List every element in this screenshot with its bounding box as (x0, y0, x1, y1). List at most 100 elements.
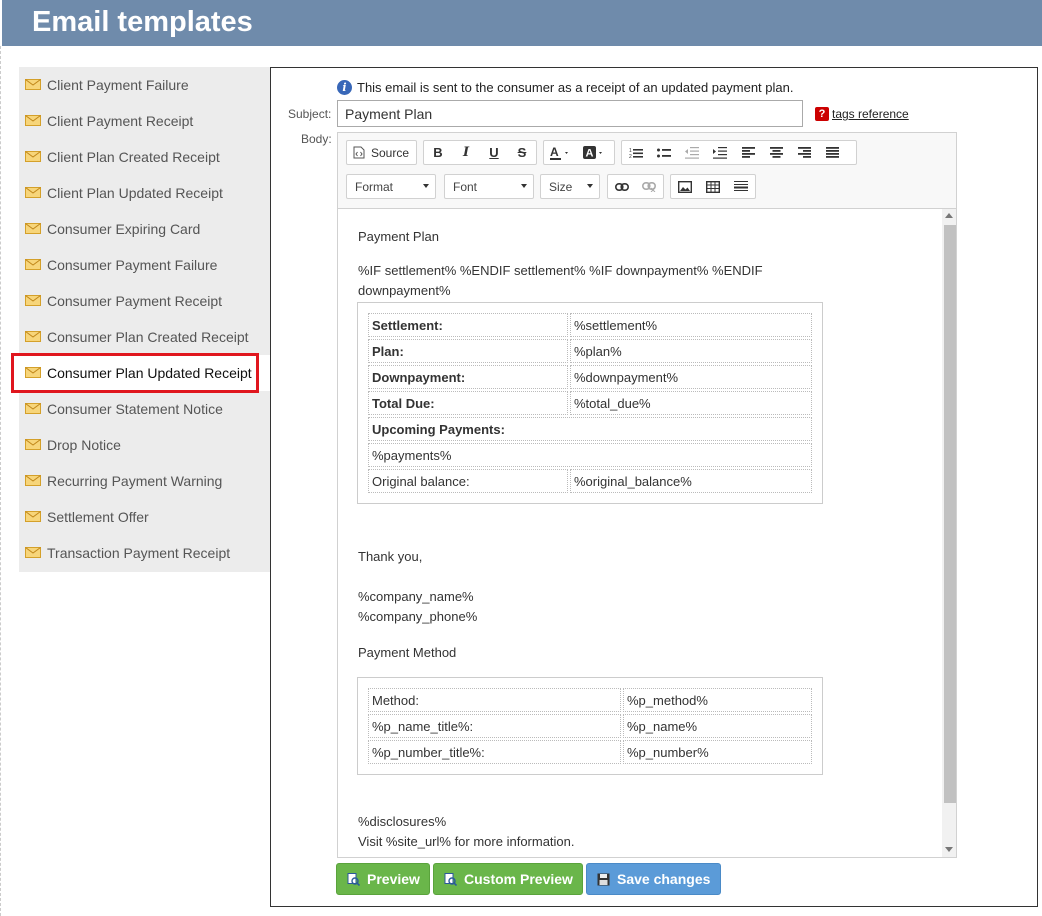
tags-reference[interactable]: ? tags reference (815, 107, 909, 121)
colors-group: A A (543, 140, 615, 165)
table-cell-label: %p_number_title%: (368, 740, 621, 764)
svg-text:2: 2 (629, 154, 632, 159)
align-right-icon[interactable] (790, 141, 818, 164)
source-button[interactable]: Source (346, 140, 417, 165)
chevron-down-icon (521, 184, 527, 188)
table-row: Settlement: %settlement% (368, 313, 812, 337)
custom-preview-button-label: Custom Preview (464, 871, 573, 887)
svg-text:A: A (550, 146, 559, 159)
outdent-icon[interactable] (678, 141, 706, 164)
table-row: Upcoming Payments: (368, 417, 812, 441)
background-color-button[interactable]: A (578, 141, 612, 164)
font-dropdown[interactable]: Font (444, 174, 534, 199)
strikethrough-button[interactable]: S (508, 141, 536, 164)
envelope-icon (25, 475, 41, 486)
save-disk-icon (597, 873, 610, 885)
table-cell-value: %downpayment% (570, 365, 812, 389)
justify-icon[interactable] (818, 141, 846, 164)
italic-button[interactable]: I (452, 141, 480, 164)
align-center-icon[interactable] (762, 141, 790, 164)
horizontal-rule-icon[interactable] (727, 175, 755, 198)
envelope-icon (25, 367, 41, 378)
table-cell-value: %p_number% (623, 740, 812, 764)
table-cell-value: %settlement% (570, 313, 812, 337)
indent-icon[interactable] (706, 141, 734, 164)
chevron-down-icon (587, 184, 593, 188)
scrollbar-thumb[interactable] (944, 225, 956, 803)
bold-button[interactable]: B (424, 141, 452, 164)
format-dropdown-label: Format (355, 179, 394, 194)
sidebar-item-drop-notice[interactable]: Drop Notice (19, 427, 270, 463)
font-dropdown-label: Font (453, 179, 478, 194)
sidebar-item-transaction-payment-receipt[interactable]: Transaction Payment Receipt (19, 535, 270, 571)
envelope-icon (25, 511, 41, 522)
disclosures-tag: %disclosures% (358, 814, 447, 829)
envelope-icon (25, 259, 41, 270)
background-color-icon: A (583, 145, 602, 159)
tags-reference-link[interactable]: tags reference (832, 107, 909, 121)
editor-content[interactable]: Payment Plan %IF settlement% %ENDIF sett… (338, 209, 942, 857)
table-cell-value: %original_balance% (570, 469, 812, 493)
align-left-icon[interactable] (734, 141, 762, 164)
page-left-border (0, 46, 1, 916)
size-dropdown[interactable]: Size (540, 174, 600, 199)
text-color-button[interactable]: A (544, 141, 578, 164)
link-icon[interactable] (608, 175, 636, 198)
sidebar-item-client-payment-receipt[interactable]: Client Payment Receipt (19, 103, 270, 139)
table-cell-label: Downpayment: (368, 365, 568, 389)
envelope-icon (25, 403, 41, 414)
sidebar-item-client-plan-updated-receipt[interactable]: Client Plan Updated Receipt (19, 175, 270, 211)
company-name-tag: %company_name% (358, 589, 474, 604)
numbered-list-icon[interactable]: 12 (622, 141, 650, 164)
sidebar-item-label: Consumer Plan Created Receipt (47, 329, 249, 345)
body-label: Body: (301, 132, 332, 146)
sidebar-item-consumer-payment-receipt[interactable]: Consumer Payment Receipt (19, 283, 270, 319)
table-row: Original balance: %original_balance% (368, 469, 812, 493)
links-group (607, 174, 664, 199)
sidebar-item-label: Settlement Offer (47, 509, 149, 525)
custom-preview-icon (444, 872, 457, 886)
table-icon[interactable] (699, 175, 727, 198)
unlink-icon[interactable] (636, 175, 664, 198)
bulleted-list-icon[interactable] (650, 141, 678, 164)
table-row: Total Due: %total_due% (368, 391, 812, 415)
sidebar-item-label: Client Payment Failure (47, 77, 189, 93)
envelope-icon (25, 295, 41, 306)
body-editor[interactable]: Source B I U S A A 12 Format Font Size P… (337, 132, 957, 858)
editor-scrollbar[interactable] (942, 209, 956, 857)
format-dropdown[interactable]: Format (346, 174, 436, 199)
table-cell-value: %p_method% (623, 688, 812, 712)
scroll-down-arrow-icon[interactable] (945, 847, 953, 852)
sidebar-item-consumer-plan-created-receipt[interactable]: Consumer Plan Created Receipt (19, 319, 270, 355)
custom-preview-button[interactable]: Custom Preview (433, 863, 583, 895)
table-cell-label: Settlement: (368, 313, 568, 337)
envelope-icon (25, 115, 41, 126)
sidebar-item-label: Recurring Payment Warning (47, 473, 223, 489)
envelope-icon (25, 187, 41, 198)
image-icon[interactable] (671, 175, 699, 198)
template-description-text: This email is sent to the consumer as a … (357, 80, 794, 95)
table-cell-label: Method: (368, 688, 621, 712)
underline-button[interactable]: U (480, 141, 508, 164)
sidebar-item-settlement-offer[interactable]: Settlement Offer (19, 499, 270, 535)
preview-icon (347, 872, 360, 886)
preview-button[interactable]: Preview (336, 863, 430, 895)
subject-input[interactable] (337, 100, 803, 127)
sidebar-item-label: Client Payment Receipt (47, 113, 194, 129)
scroll-up-arrow-icon[interactable] (945, 213, 953, 218)
save-changes-button[interactable]: Save changes (586, 863, 721, 895)
sidebar-item-consumer-plan-updated-receipt[interactable]: Consumer Plan Updated Receipt (11, 353, 270, 393)
sidebar-item-client-payment-failure[interactable]: Client Payment Failure (19, 67, 270, 103)
sidebar-item-consumer-statement-notice[interactable]: Consumer Statement Notice (19, 391, 270, 427)
sidebar-item-recurring-payment-warning[interactable]: Recurring Payment Warning (19, 463, 270, 499)
table-row: Downpayment: %downpayment% (368, 365, 812, 389)
envelope-icon (25, 331, 41, 342)
sidebar-item-consumer-expiring-card[interactable]: Consumer Expiring Card (19, 211, 270, 247)
sidebar-item-label: Client Plan Updated Receipt (47, 185, 223, 201)
company-phone-tag: %company_phone% (358, 609, 478, 624)
table-row: %payments% (368, 443, 812, 467)
info-icon: i (337, 80, 352, 95)
sidebar-item-consumer-payment-failure[interactable]: Consumer Payment Failure (19, 247, 270, 283)
sidebar-item-label: Consumer Plan Updated Receipt (47, 365, 252, 381)
sidebar-item-client-plan-created-receipt[interactable]: Client Plan Created Receipt (19, 139, 270, 175)
